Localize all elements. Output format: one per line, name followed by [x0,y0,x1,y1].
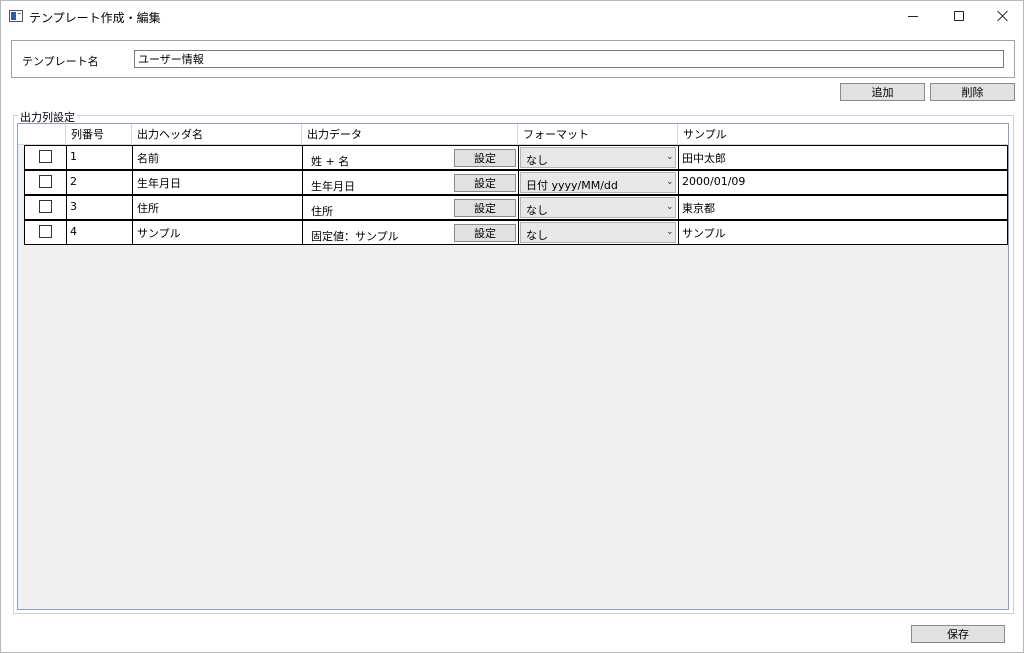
output-data: 姓 + 名 [311,155,350,168]
output-header-name[interactable]: サンプル [133,221,303,244]
select-cell [25,221,67,244]
output-header-name[interactable]: 住所 [133,196,303,219]
format-select[interactable]: なし ⌄ [520,147,676,168]
chevron-down-icon: ⌄ [666,202,674,212]
template-name-label: テンプレート名 [22,55,99,68]
template-name-input[interactable] [134,50,1004,68]
table-row: 2 生年月日 生年月日 設定 日付 yyyy/MM/dd ⌄ 2000/01/0… [24,170,1008,195]
data-settings-button[interactable]: 設定 [454,199,516,217]
table-row: 1 名前 姓 + 名 設定 なし ⌄ 田中太郎 [24,145,1008,170]
data-settings-button[interactable]: 設定 [454,174,516,192]
close-button[interactable] [980,1,1024,31]
table-row: 4 サンプル 固定値：サンプル 設定 なし ⌄ サンプル [24,220,1008,245]
output-data: 固定値：サンプル [311,230,399,243]
format-cell: なし ⌄ [519,196,679,219]
table-row: 3 住所 住所 設定 なし ⌄ 東京都 [24,195,1008,220]
output-data: 生年月日 [311,180,355,193]
output-data-cell: 生年月日 設定 [303,171,519,194]
column-number: 1 [67,146,133,169]
sample-value: 2000/01/09 [682,175,746,188]
select-cell [25,146,67,169]
sample-value: サンプル [682,227,726,240]
maximize-icon [954,11,964,21]
row-checkbox[interactable] [39,175,52,188]
close-icon [997,10,1009,22]
window-title: テンプレート作成・編集 [29,11,161,25]
app-icon [9,10,23,22]
column-number: 3 [67,196,133,219]
output-data: 住所 [311,205,333,218]
column-number: 4 [67,221,133,244]
data-settings-button[interactable]: 設定 [454,224,516,242]
header-output-data[interactable]: 出力データ [302,124,518,145]
sample-value: 東京都 [682,202,715,215]
header-output-header-name[interactable]: 出力ヘッダ名 [132,124,302,145]
row-checkbox[interactable] [39,200,52,213]
format-value: なし [526,154,548,167]
output-columns-grid: 列番号 出力ヘッダ名 出力データ フォーマット サンプル 1 名前 姓 + 名 … [17,123,1009,610]
column-number: 2 [67,171,133,194]
minimize-icon [908,15,918,17]
format-cell: 日付 yyyy/MM/dd ⌄ [519,171,679,194]
header-sample[interactable]: サンプル [678,124,1008,145]
select-cell [25,196,67,219]
row-checkbox[interactable] [39,225,52,238]
chevron-down-icon: ⌄ [666,227,674,237]
output-data-cell: 姓 + 名 設定 [303,146,519,169]
format-select[interactable]: なし ⌄ [520,197,676,218]
header-column-number[interactable]: 列番号 [66,124,132,145]
output-header-name[interactable]: 生年月日 [133,171,303,194]
template-name-panel: テンプレート名 [11,40,1015,78]
minimize-button[interactable] [890,1,936,31]
format-value: 日付 yyyy/MM/dd [526,179,618,192]
header-format[interactable]: フォーマット [518,124,678,145]
format-select[interactable]: なし ⌄ [520,222,676,243]
output-header-name[interactable]: 名前 [133,146,303,169]
select-cell [25,171,67,194]
row-checkbox[interactable] [39,150,52,163]
chevron-down-icon: ⌄ [666,152,674,162]
save-button[interactable]: 保存 [911,625,1005,643]
data-settings-button[interactable]: 設定 [454,149,516,167]
format-value: なし [526,229,548,242]
output-data-cell: 固定値：サンプル 設定 [303,221,519,244]
chevron-down-icon: ⌄ [666,177,674,187]
maximize-button[interactable] [936,1,982,31]
output-data-cell: 住所 設定 [303,196,519,219]
sample-value: 田中太郎 [682,152,726,165]
grid-header: 列番号 出力ヘッダ名 出力データ フォーマット サンプル [18,124,1008,145]
main-window: テンプレート作成・編集 テンプレート名 追加 削除 出力列設定 列番号 出力ヘッ… [0,0,1024,653]
header-select [18,124,66,145]
title-bar: テンプレート作成・編集 [1,1,1023,31]
format-cell: なし ⌄ [519,146,679,169]
add-button[interactable]: 追加 [840,83,925,101]
format-value: なし [526,204,548,217]
format-select[interactable]: 日付 yyyy/MM/dd ⌄ [520,172,676,193]
delete-button[interactable]: 削除 [930,83,1015,101]
format-cell: なし ⌄ [519,221,679,244]
